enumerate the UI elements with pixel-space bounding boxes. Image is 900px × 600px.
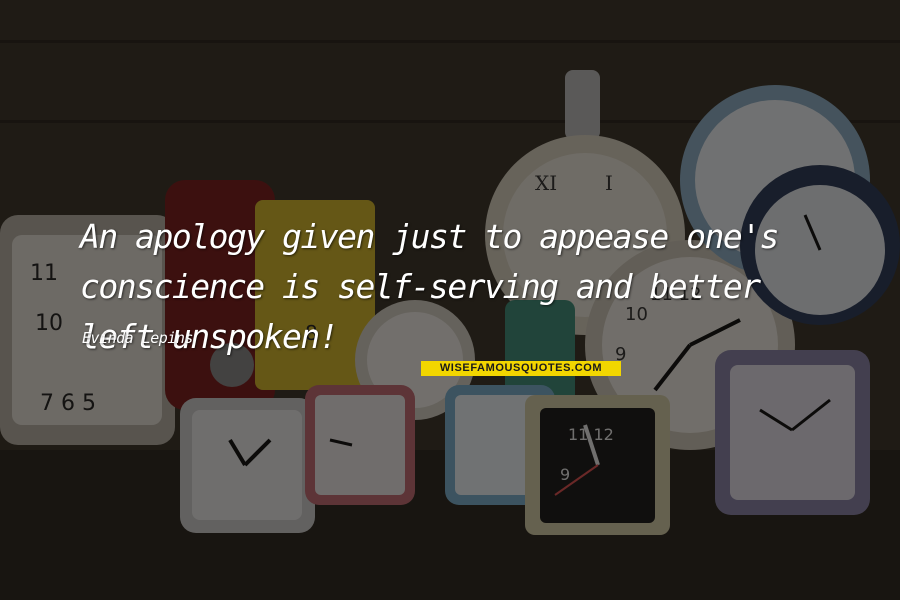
quote-card: 11 10 7 6 5 8 XI I 11 12 10 xyxy=(0,0,900,600)
quote-author: Evinda Lepins xyxy=(82,329,193,347)
quote-text: An apology given just to appease one's c… xyxy=(80,217,779,356)
site-watermark: WISEFAMOUSQUOTES.COM xyxy=(421,361,621,376)
